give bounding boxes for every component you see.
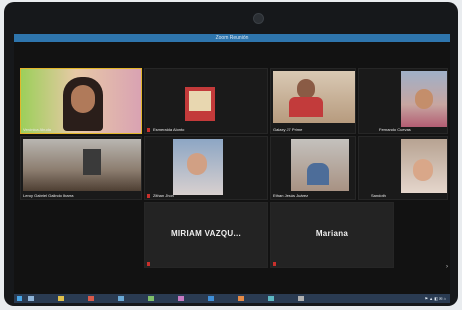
participant-video-detail — [189, 91, 211, 111]
participant-video — [23, 139, 141, 191]
participant-name: Zithan Jhon — [153, 193, 174, 198]
scroll-right-icon[interactable]: › — [446, 264, 448, 270]
start-icon[interactable] — [17, 296, 22, 301]
participant-face — [297, 79, 315, 99]
mic-muted-icon — [147, 128, 150, 132]
browser-icon[interactable] — [88, 296, 94, 301]
app-icon[interactable] — [298, 296, 304, 301]
file-explorer-icon[interactable] — [58, 296, 64, 301]
zoom-icon[interactable] — [208, 296, 214, 301]
participant-face — [413, 159, 433, 181]
app-icon[interactable] — [268, 296, 274, 301]
participant-name: Leroy Gabriel Galindo Ibarra — [23, 193, 74, 198]
participant-tile-miriam[interactable]: MIRIAM VAZQU... — [144, 202, 268, 268]
participant-tile-esmeralda[interactable]: Esmeralda Alonto — [144, 68, 268, 134]
participant-tile-veronica[interactable]: Verónica Abuda — [20, 68, 142, 134]
app-icon[interactable] — [238, 296, 244, 301]
participant-tile-fernando[interactable]: Fernando Cuevas — [358, 68, 448, 134]
participant-tile-mariana[interactable]: Mariana — [270, 202, 394, 268]
search-icon[interactable] — [28, 296, 34, 301]
participant-body — [307, 163, 329, 185]
participant-name: Verónica Abuda — [23, 127, 52, 132]
webcam-icon — [253, 13, 264, 24]
participant-name-placeholder: Mariana — [315, 228, 349, 238]
app-icon[interactable] — [178, 296, 184, 301]
participant-face — [415, 89, 433, 109]
window-titlebar: Zoom Reunión — [14, 34, 450, 42]
participant-body — [289, 97, 323, 117]
participant-name: Galaxy J7 Prime — [273, 127, 303, 132]
participant-tile-leroy[interactable]: Leroy Gabriel Galindo Ibarra — [20, 136, 142, 200]
participant-tile-ethan[interactable]: Ethan Jesús Juárez — [270, 136, 356, 200]
video-gallery: Verónica Abuda Esmeralda Alonto Galaxy J… — [14, 42, 450, 294]
participant-tile-sandoth[interactable]: Sandoth — [358, 136, 448, 200]
participant-tile-galaxy[interactable]: Galaxy J7 Prime — [270, 68, 356, 134]
mic-muted-icon — [147, 194, 150, 198]
participant-tile-zithan[interactable]: Zithan Jhon — [144, 136, 268, 200]
mic-muted-icon — [273, 262, 276, 266]
participant-name: Fernando Cuevas — [379, 127, 411, 132]
windows-taskbar: ⚑ ▲ ◧ ✉ ⌂ — [14, 294, 450, 303]
participant-name: Ethan Jesús Juárez — [273, 193, 309, 198]
participant-name: Sandoth — [371, 193, 386, 198]
window-title: Zoom Reunión — [215, 35, 249, 41]
participant-face — [71, 85, 95, 113]
participant-name: Esmeralda Alonto — [153, 127, 185, 132]
app-icon[interactable] — [148, 296, 154, 301]
app-icon[interactable] — [118, 296, 124, 301]
participant-name-placeholder: MIRIAM VAZQU... — [170, 228, 242, 238]
system-tray: ⚑ ▲ ◧ ✉ ⌂ — [424, 296, 446, 301]
mic-muted-icon — [147, 262, 150, 266]
participant-video-detail — [83, 149, 101, 175]
participant-face — [187, 153, 207, 175]
